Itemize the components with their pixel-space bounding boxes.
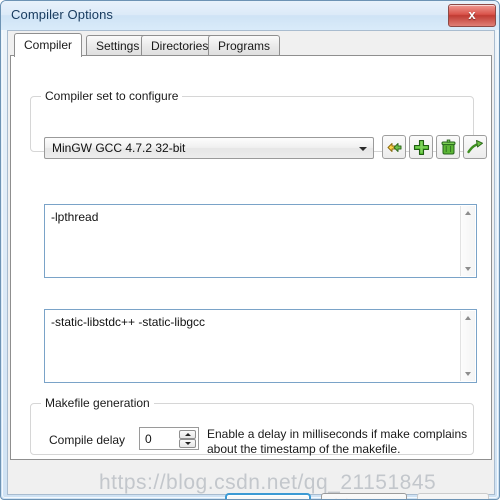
dialog-client-area: Compiler Settings Directories Programs C… <box>7 30 495 499</box>
title-bar[interactable]: Compiler Options x <box>1 1 499 30</box>
compiler-options-value: -static-libstdc++ -static-libgcc <box>51 315 206 329</box>
trash-icon <box>441 139 456 155</box>
compile-delay-stepper[interactable]: 0 <box>139 427 199 450</box>
compiler-options-dialog: Compiler Options x Compiler Settings Dir… <box>0 0 500 500</box>
close-button[interactable]: x <box>448 4 496 27</box>
makefile-generation-groupbox-title: Makefile generation <box>41 396 154 410</box>
reset-arrow-icon <box>467 140 483 154</box>
reset-compiler-set-button[interactable] <box>463 135 487 159</box>
compiler-options-scrollbar[interactable] <box>460 311 475 381</box>
help-button: ? Help <box>417 493 489 499</box>
tab-label: Settings <box>96 39 140 53</box>
add-compiler-set-button[interactable] <box>409 135 433 159</box>
add-icon <box>413 139 430 156</box>
close-icon: x <box>468 7 476 22</box>
tab-label: Programs <box>218 39 271 53</box>
tab-settings[interactable]: Settings <box>86 35 150 56</box>
tab-compiler[interactable]: Compiler <box>14 33 83 57</box>
compiler-set-groupbox-title: Compiler set to configure <box>41 89 183 103</box>
compiler-options-textarea[interactable]: -static-libstdc++ -static-libgcc <box>44 309 477 383</box>
delete-compiler-set-button[interactable] <box>436 135 460 159</box>
linker-options-value: -lpthread <box>51 210 99 224</box>
compile-delay-spin-buttons <box>179 430 196 448</box>
compiler-set-dropdown[interactable]: MinGW GCC 4.7.2 32-bit <box>44 137 374 159</box>
window-title: Compiler Options <box>11 7 114 22</box>
tab-programs[interactable]: Programs <box>208 35 281 56</box>
compile-delay-value: 0 <box>145 432 152 446</box>
rename-compiler-icon <box>387 143 402 152</box>
compiler-tab-page: Compiler set to configure MinGW GCC 4.7.… <box>10 55 492 460</box>
compile-delay-label: Compile delay <box>49 433 126 447</box>
scroll-down-arrow-icon[interactable] <box>461 368 475 381</box>
cancel-button[interactable]: Cancel <box>321 493 407 499</box>
tab-strip: Compiler Settings Directories Programs <box>14 33 484 57</box>
tab-label: Compiler <box>24 38 73 52</box>
scroll-down-arrow-icon[interactable] <box>461 263 475 276</box>
rename-compiler-set-button[interactable] <box>382 135 406 159</box>
tab-label: Directories <box>151 39 209 53</box>
chevron-down-icon[interactable] <box>353 138 373 158</box>
compile-delay-help-text: Enable a delay in milliseconds if make c… <box>207 427 468 456</box>
spinner-up-icon[interactable] <box>179 430 196 439</box>
linker-options-scrollbar[interactable] <box>460 206 475 276</box>
compiler-set-value: MinGW GCC 4.7.2 32-bit <box>52 141 186 155</box>
tab-directories[interactable]: Directories <box>141 35 219 56</box>
spinner-down-icon[interactable] <box>179 439 196 448</box>
scroll-up-arrow-icon[interactable] <box>461 311 475 324</box>
ok-button[interactable]: OK <box>225 493 311 499</box>
scroll-up-arrow-icon[interactable] <box>461 206 475 219</box>
linker-options-textarea[interactable]: -lpthread <box>44 204 477 278</box>
